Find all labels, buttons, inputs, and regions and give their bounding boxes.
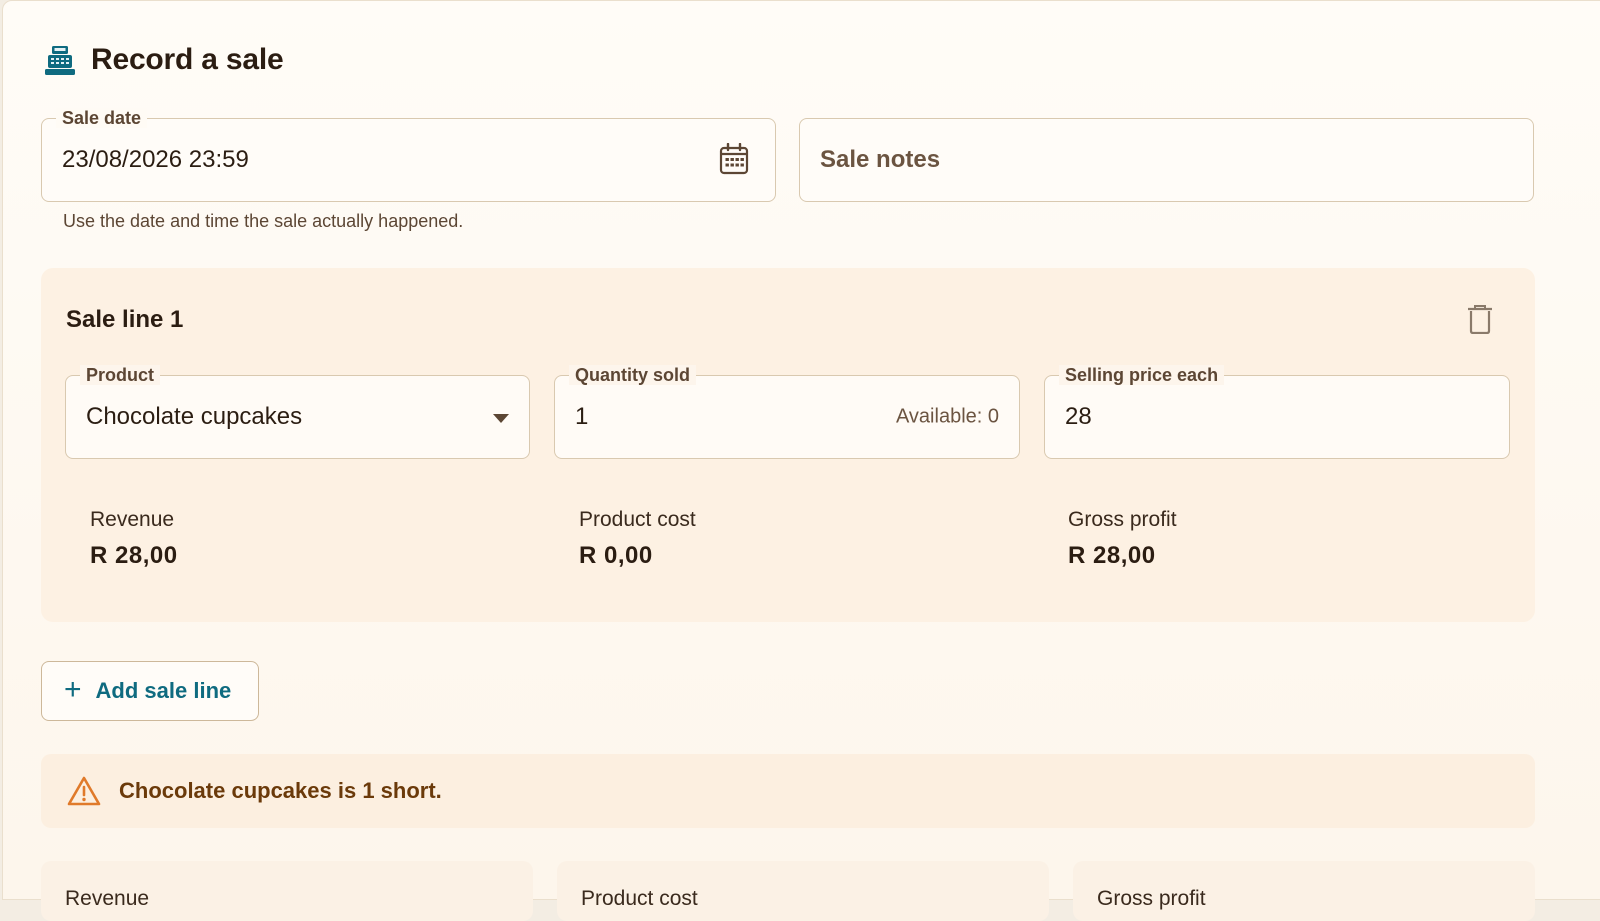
warning-icon	[67, 775, 101, 807]
sale-date-value[interactable]: 23/08/2026 23:59	[62, 146, 249, 174]
summary-profit-label: Gross profit	[1097, 887, 1206, 910]
summary-cost-label: Product cost	[581, 887, 698, 910]
add-sale-line-button[interactable]: + Add sale line	[41, 661, 259, 721]
summary-revenue-label: Revenue	[65, 887, 150, 910]
line-profit-label: Gross profit	[1068, 508, 1177, 531]
quantity-value[interactable]: 1	[575, 403, 588, 431]
line-revenue: Revenue R 28,00	[90, 508, 178, 570]
line-profit: Gross profit R 28,00	[1068, 508, 1177, 570]
product-label: Product	[80, 365, 161, 385]
line-revenue-value: R 28,00	[90, 542, 178, 569]
quantity-field[interactable]: Quantity sold 1 Available: 0	[554, 365, 1020, 459]
sale-date-helper: Use the date and time the sale actually …	[63, 211, 464, 231]
product-value[interactable]: Chocolate cupcakes	[86, 403, 302, 431]
price-value[interactable]: 28	[1065, 403, 1092, 431]
sale-form-card: Record a sale Sale date 23/08/2026 23:59…	[2, 0, 1600, 921]
summary-cost: Product cost	[557, 861, 1049, 921]
line-cost-label: Product cost	[579, 508, 696, 531]
cash-register-icon	[43, 43, 77, 77]
price-field[interactable]: Selling price each 28	[1044, 365, 1510, 459]
product-select[interactable]: Product Chocolate cupcakes	[65, 365, 530, 459]
quantity-label: Quantity sold	[569, 365, 697, 385]
line-cost-value: R 0,00	[579, 542, 653, 569]
sale-line-title: Sale line 1	[66, 306, 184, 333]
available-hint: Available: 0	[895, 405, 999, 428]
summary-revenue: Revenue	[41, 861, 533, 921]
line-profit-value: R 28,00	[1068, 542, 1156, 569]
summary-profit: Gross profit	[1073, 861, 1535, 921]
line-cost: Product cost R 0,00	[579, 508, 696, 570]
sale-notes-field[interactable]: Sale notes	[799, 118, 1534, 202]
stock-warning: Chocolate cupcakes is 1 short.	[41, 754, 1535, 828]
add-sale-line-label: Add sale line	[95, 678, 232, 703]
page-title: Record a sale	[91, 43, 284, 76]
calendar-icon[interactable]	[719, 142, 749, 175]
delete-line-icon[interactable]	[1467, 304, 1493, 335]
sale-notes-placeholder[interactable]: Sale notes	[820, 146, 940, 174]
chevron-down-icon[interactable]	[493, 414, 509, 423]
header: Record a sale	[43, 43, 284, 77]
warning-message: Chocolate cupcakes is 1 short.	[119, 778, 442, 803]
line-revenue-label: Revenue	[90, 508, 175, 531]
price-label: Selling price each	[1059, 365, 1225, 385]
sale-line-panel: Sale line 1 Product Chocolate cupcakes Q…	[41, 268, 1535, 622]
plus-icon: +	[64, 672, 82, 706]
sale-date-label: Sale date	[56, 108, 148, 128]
sale-date-field[interactable]: Sale date 23/08/2026 23:59	[41, 108, 776, 202]
